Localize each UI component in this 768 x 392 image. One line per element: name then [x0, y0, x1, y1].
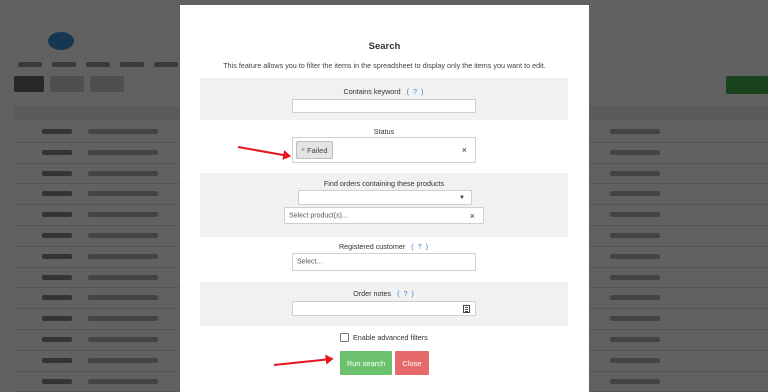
customer-label-row: Registered customer ( ? ) [200, 242, 568, 251]
status-multiselect[interactable]: × Failed × [292, 137, 476, 163]
notes-label-row: Order notes ( ? ) [200, 289, 568, 298]
modal-title: Search [368, 41, 401, 52]
customer-placeholder: Select... [297, 258, 323, 266]
notes-label: Order notes [353, 289, 392, 298]
keyword-section: Contains keyword ( ? ) [200, 78, 568, 120]
tag-remove-icon[interactable]: × [301, 147, 305, 154]
status-tag-failed[interactable]: × Failed [296, 141, 333, 159]
products-placeholder: Select product(s)... [289, 212, 348, 219]
keyword-help-link[interactable]: ( ? ) [407, 87, 425, 96]
products-section: Find orders containing these products ▼ … [200, 173, 568, 237]
status-tag-label: Failed [307, 145, 328, 155]
status-clear-icon[interactable]: × [462, 145, 467, 155]
notes-input[interactable] [292, 301, 476, 316]
chevron-down-icon: ▼ [459, 194, 465, 201]
modal-description: This feature allows you to filter the it… [223, 61, 546, 70]
products-select[interactable]: Select product(s)... × [284, 207, 484, 224]
products-dropdown[interactable]: ▼ [298, 190, 472, 205]
products-clear-icon[interactable]: × [470, 211, 475, 221]
customer-section: Registered customer ( ? ) Select... [200, 240, 568, 282]
customer-select[interactable]: Select... [292, 253, 476, 271]
notes-help-link[interactable]: ( ? ) [397, 289, 415, 298]
advanced-filters-checkbox[interactable] [340, 333, 349, 342]
keyword-label-row: Contains keyword ( ? ) [200, 87, 568, 96]
search-modal: Search This feature allows you to filter… [180, 5, 589, 392]
products-label: Find orders containing these products [323, 179, 445, 188]
run-search-button[interactable]: Run search [340, 351, 392, 375]
status-label: Status [373, 127, 395, 136]
notes-section: Order notes ( ? ) [200, 282, 568, 326]
notes-icon[interactable] [463, 304, 470, 313]
customer-label: Registered customer [338, 242, 406, 251]
advanced-filters-label[interactable]: Enable advanced filters [353, 333, 428, 342]
status-section: Status × Failed × [200, 123, 568, 169]
keyword-label: Contains keyword [343, 87, 401, 96]
customer-help-link[interactable]: ( ? ) [411, 242, 429, 251]
keyword-input[interactable] [292, 99, 476, 113]
close-button[interactable]: Close [395, 351, 429, 375]
